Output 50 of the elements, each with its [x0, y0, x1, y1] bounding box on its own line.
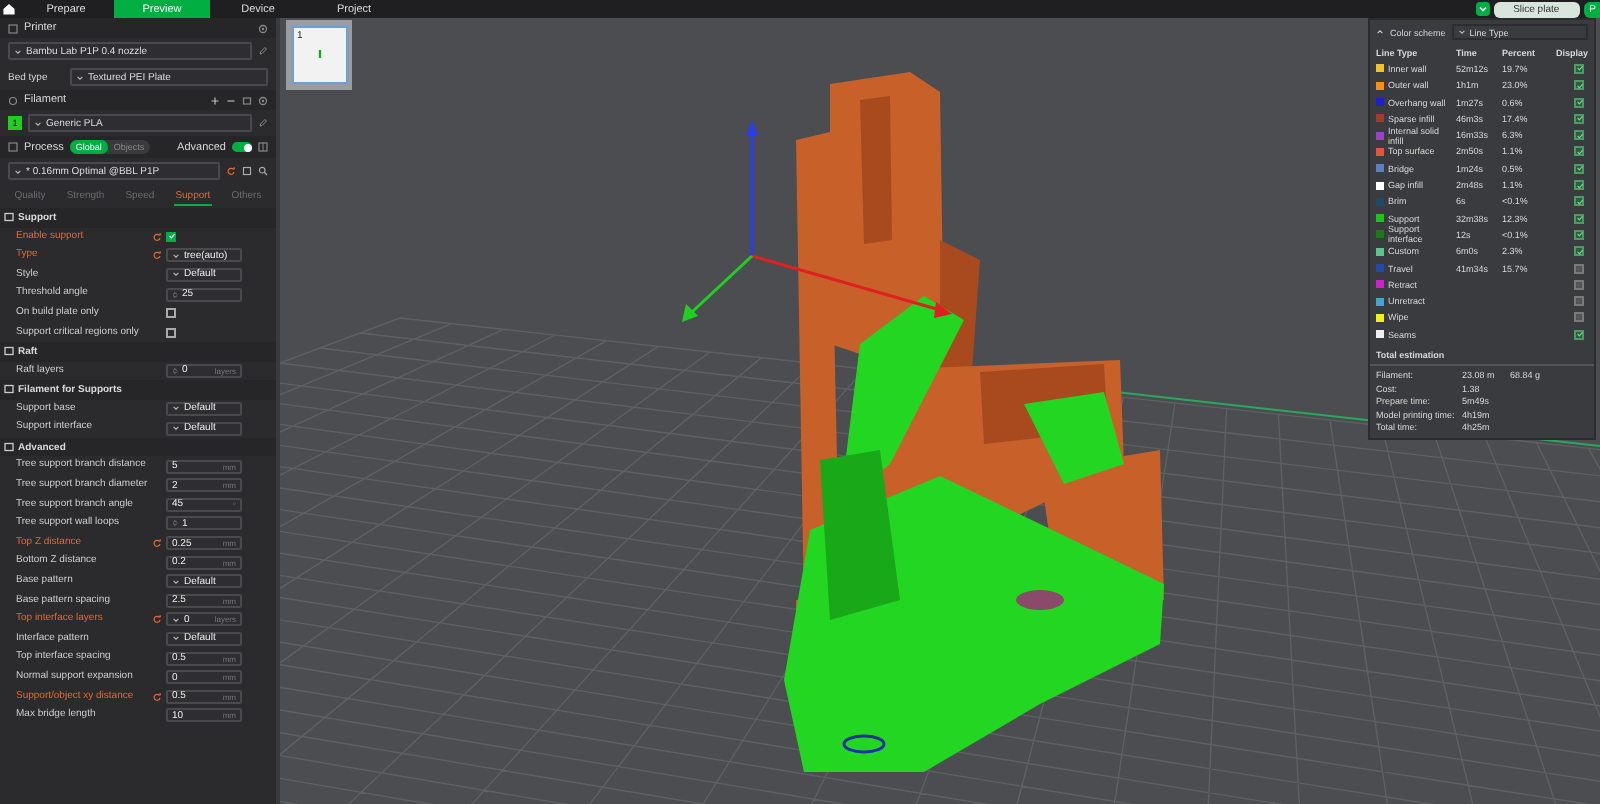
checkbox[interactable] — [1574, 63, 1584, 74]
checkbox[interactable] — [1574, 296, 1584, 307]
edit-icon[interactable] — [258, 46, 268, 56]
dropdown-button[interactable] — [1475, 2, 1490, 16]
caret-icon — [34, 119, 42, 127]
caret-icon — [1477, 4, 1488, 14]
checkbox[interactable] — [1574, 246, 1584, 257]
caret-icon — [1457, 28, 1466, 36]
settings-icon[interactable] — [258, 23, 268, 33]
checkbox[interactable] — [1574, 312, 1584, 323]
checkmark-icon — [1575, 330, 1583, 339]
checkbox[interactable] — [1574, 80, 1584, 91]
checkbox[interactable] — [1574, 163, 1584, 174]
checkbox[interactable] — [166, 327, 176, 338]
checkbox[interactable] — [166, 231, 176, 242]
reset-icon[interactable] — [152, 691, 162, 702]
spool-icon — [8, 95, 18, 105]
edit-icon[interactable] — [258, 118, 268, 128]
checkbox[interactable] — [1574, 279, 1584, 290]
caret-icon — [14, 167, 22, 175]
reset-icon[interactable] — [152, 614, 162, 625]
checkmark-icon — [167, 232, 175, 241]
section-icon — [4, 442, 14, 453]
checkbox[interactable] — [166, 308, 176, 319]
collapse-icon[interactable] — [1376, 28, 1384, 36]
section-icon — [4, 346, 14, 357]
section-icon — [4, 384, 14, 395]
advanced-switch[interactable] — [232, 142, 252, 152]
checkbox[interactable] — [1574, 97, 1584, 108]
checkbox[interactable] — [1574, 146, 1584, 157]
checkbox[interactable] — [1574, 130, 1584, 141]
remove-icon[interactable] — [226, 95, 236, 105]
reset-icon[interactable] — [152, 231, 162, 242]
reset-icon[interactable] — [152, 250, 162, 261]
add-icon[interactable] — [210, 95, 220, 105]
caret-icon — [76, 73, 84, 81]
compare-icon[interactable] — [258, 142, 268, 152]
checkbox[interactable] — [1574, 263, 1584, 273]
checkbox[interactable] — [1574, 213, 1584, 224]
reset-icon[interactable] — [226, 166, 236, 176]
section-icon — [4, 212, 14, 223]
checkbox[interactable] — [1574, 229, 1584, 240]
search-icon[interactable] — [258, 166, 268, 176]
checkbox[interactable] — [1574, 196, 1584, 207]
caret-icon — [14, 47, 22, 55]
checkbox[interactable] — [1574, 113, 1584, 124]
checkbox[interactable] — [1574, 329, 1584, 340]
reset-icon[interactable] — [152, 538, 162, 549]
checkbox[interactable] — [1574, 180, 1584, 191]
settings-icon[interactable] — [258, 95, 268, 105]
